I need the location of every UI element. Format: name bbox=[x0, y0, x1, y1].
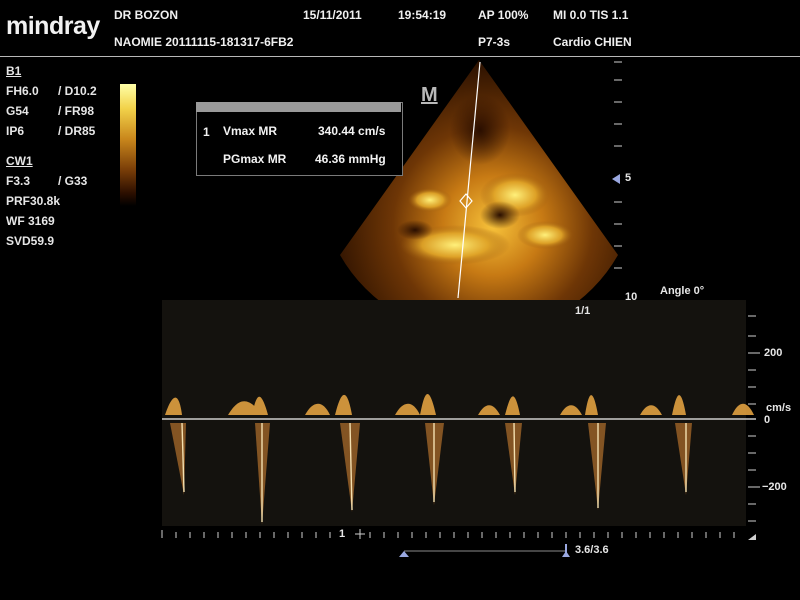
measurement-2-name: PGmax MR bbox=[223, 152, 287, 166]
measurement-1-name: Vmax MR bbox=[223, 124, 278, 138]
time-axis bbox=[161, 529, 735, 539]
focus-arrow-icon bbox=[612, 174, 620, 184]
top-sweep-label: 1/1 bbox=[575, 305, 591, 317]
depth-mark-5: 5 bbox=[625, 172, 632, 184]
angle-readout: Angle 0° bbox=[660, 285, 705, 297]
depth-mark-10: 10 bbox=[625, 291, 638, 303]
bottom-sweep-label: 3.6/3.6 bbox=[575, 544, 609, 556]
measurement-1-value: 340.44 cm/s bbox=[318, 124, 386, 138]
m-mode-icon[interactable]: M bbox=[421, 84, 438, 107]
ultrasound-display bbox=[161, 60, 760, 557]
bottom-sweep-bar[interactable] bbox=[399, 544, 570, 557]
measurement-2-value: 46.36 mmHg bbox=[315, 152, 386, 166]
depth-scale bbox=[612, 61, 622, 269]
measurement-panel-titlebar[interactable] bbox=[196, 102, 401, 112]
time-cursor-label: 1 bbox=[339, 528, 346, 540]
velocity-label-neg200: −200 bbox=[762, 481, 787, 493]
velocity-label-200: 200 bbox=[764, 347, 783, 359]
corner-marker-icon bbox=[748, 534, 756, 540]
velocity-unit: cm/s bbox=[766, 402, 792, 414]
measurement-index: 1 bbox=[203, 125, 210, 139]
velocity-label-0: 0 bbox=[764, 414, 771, 426]
